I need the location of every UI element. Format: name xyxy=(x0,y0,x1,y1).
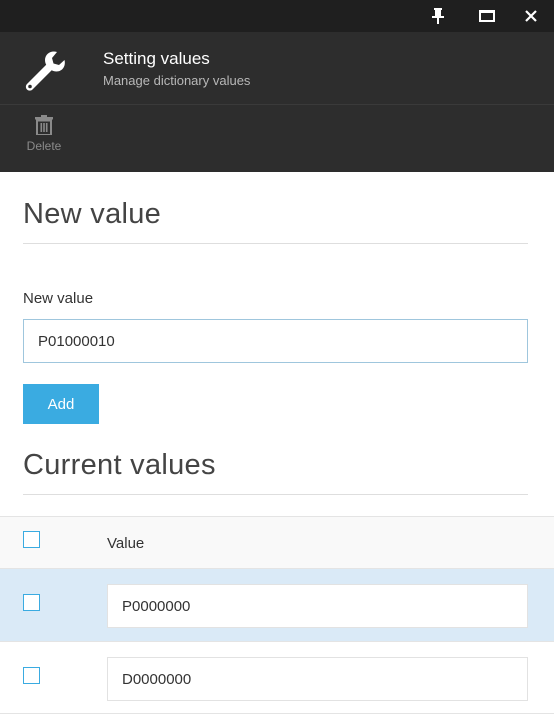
add-button[interactable]: Add xyxy=(23,384,99,424)
row-checkbox[interactable] xyxy=(23,667,40,684)
pin-icon[interactable] xyxy=(416,0,460,32)
select-all-checkbox[interactable] xyxy=(23,531,40,548)
close-icon[interactable] xyxy=(509,0,553,32)
page-header: Setting values Manage dictionary values xyxy=(0,32,554,104)
window-titlebar xyxy=(0,0,554,32)
values-table: Value xyxy=(0,516,554,714)
table-header-row: Value xyxy=(0,516,554,568)
divider xyxy=(23,243,528,244)
table-row[interactable] xyxy=(0,641,554,714)
wrench-icon xyxy=(25,51,65,91)
value-input[interactable] xyxy=(107,657,528,701)
current-values-heading: Current values xyxy=(23,449,216,481)
column-header-value: Value xyxy=(107,535,145,552)
table-row[interactable] xyxy=(0,568,554,641)
page-subtitle: Manage dictionary values xyxy=(103,73,251,88)
new-value-input[interactable] xyxy=(23,319,528,363)
new-value-heading: New value xyxy=(23,198,162,230)
new-value-label: New value xyxy=(23,290,94,307)
row-checkbox[interactable] xyxy=(23,594,40,611)
value-input[interactable] xyxy=(107,584,528,628)
trash-icon xyxy=(35,115,53,135)
divider xyxy=(23,494,528,495)
delete-button[interactable]: Delete xyxy=(18,115,70,165)
page-title: Setting values xyxy=(103,49,210,68)
delete-label: Delete xyxy=(26,139,62,153)
maximize-icon[interactable] xyxy=(465,0,509,32)
toolbar: Delete xyxy=(0,104,554,172)
